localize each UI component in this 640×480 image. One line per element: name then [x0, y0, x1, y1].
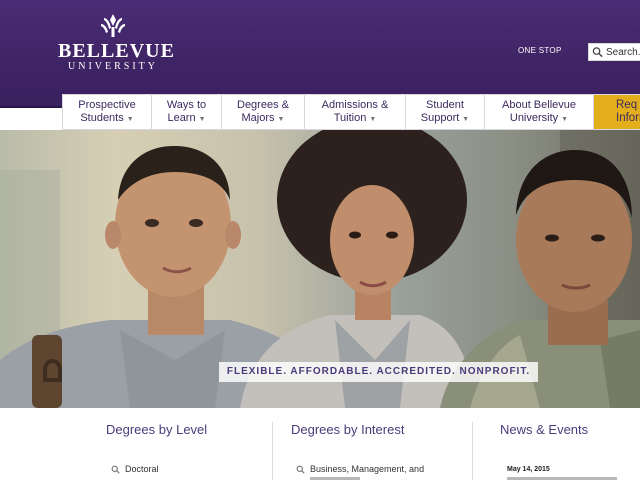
logo-name: BELLEVUE [58, 40, 175, 62]
doctoral-link[interactable]: Doctoral [111, 464, 159, 474]
cta-label: Req [616, 99, 638, 111]
nav-item-label: Support [420, 111, 460, 124]
hero-tagline: FLEXIBLE. AFFORDABLE. ACCREDITED. NONPRO… [219, 362, 538, 382]
search-box[interactable] [588, 43, 640, 61]
nav-item-label: Students [80, 111, 124, 124]
business-management-link[interactable]: Business, Management, and [296, 464, 424, 474]
caret-down-icon: ▼ [126, 115, 134, 123]
nav-item-admissions-tuition[interactable]: Admissions & Tuition ▼ [305, 95, 406, 129]
column-divider [472, 422, 473, 480]
bellevue-logo[interactable]: BELLEVUE UNIVERSITY [58, 12, 175, 74]
nav-item-label: Student [426, 99, 464, 111]
nav-item-label: Learn [167, 111, 196, 124]
request-info-button[interactable]: Req Inform [594, 95, 640, 129]
link-label: Doctoral [125, 464, 159, 474]
logo-subtitle: UNIVERSITY [68, 61, 158, 72]
nav-item-label: University [509, 111, 559, 124]
nav-item-label: About Bellevue [502, 99, 576, 111]
news-events-section: News & Events [500, 422, 588, 437]
nav-item-degrees-majors[interactable]: Degrees & Majors ▼ [222, 95, 305, 129]
nav-item-about[interactable]: About Bellevue University ▼ [485, 95, 594, 129]
degrees-by-interest-section: Degrees by Interest [291, 422, 404, 437]
search-icon [296, 465, 305, 474]
section-title: News & Events [500, 422, 589, 437]
one-stop-link[interactable]: ONE STOP [518, 46, 562, 55]
site-header: BELLEVUE UNIVERSITY ONE STOP [0, 0, 640, 108]
caret-down-icon: ▼ [198, 115, 206, 123]
logo-emblem-icon [101, 14, 125, 37]
cta-label: Inform [616, 111, 640, 124]
degrees-by-level-section: Degrees by Level [106, 422, 207, 437]
caret-down-icon: ▼ [369, 115, 377, 123]
caret-down-icon: ▼ [277, 115, 285, 123]
search-icon [111, 465, 120, 474]
caret-down-icon: ▼ [462, 115, 470, 123]
news-date: May 14, 2015 [507, 466, 550, 473]
nav-item-label: Prospective [78, 99, 136, 111]
nav-item-prospective-students[interactable]: Prospective Students ▼ [63, 95, 152, 129]
nav-item-label: Degrees & [237, 99, 289, 111]
nav-item-student-support[interactable]: Student Support ▼ [406, 95, 485, 129]
nav-item-label: Admissions & [321, 99, 389, 111]
nav-item-label: Tuition [333, 111, 367, 124]
link-label: Business, Management, and [310, 464, 425, 474]
search-icon[interactable] [592, 46, 603, 58]
search-input[interactable] [603, 46, 640, 58]
nav-item-label: Majors [241, 111, 275, 124]
section-title: Degrees by Interest [291, 422, 405, 437]
main-nav: Prospective Students ▼ Ways to Learn ▼ Deg… [62, 94, 640, 130]
column-divider [272, 422, 273, 480]
nav-item-label: Ways to [166, 99, 207, 111]
nav-item-ways-to-learn[interactable]: Ways to Learn ▼ [152, 95, 222, 129]
caret-down-icon: ▼ [561, 115, 569, 123]
hero-banner: FLEXIBLE. AFFORDABLE. ACCREDITED. NONPRO… [0, 130, 640, 408]
section-title: Degrees by Level [106, 422, 208, 437]
